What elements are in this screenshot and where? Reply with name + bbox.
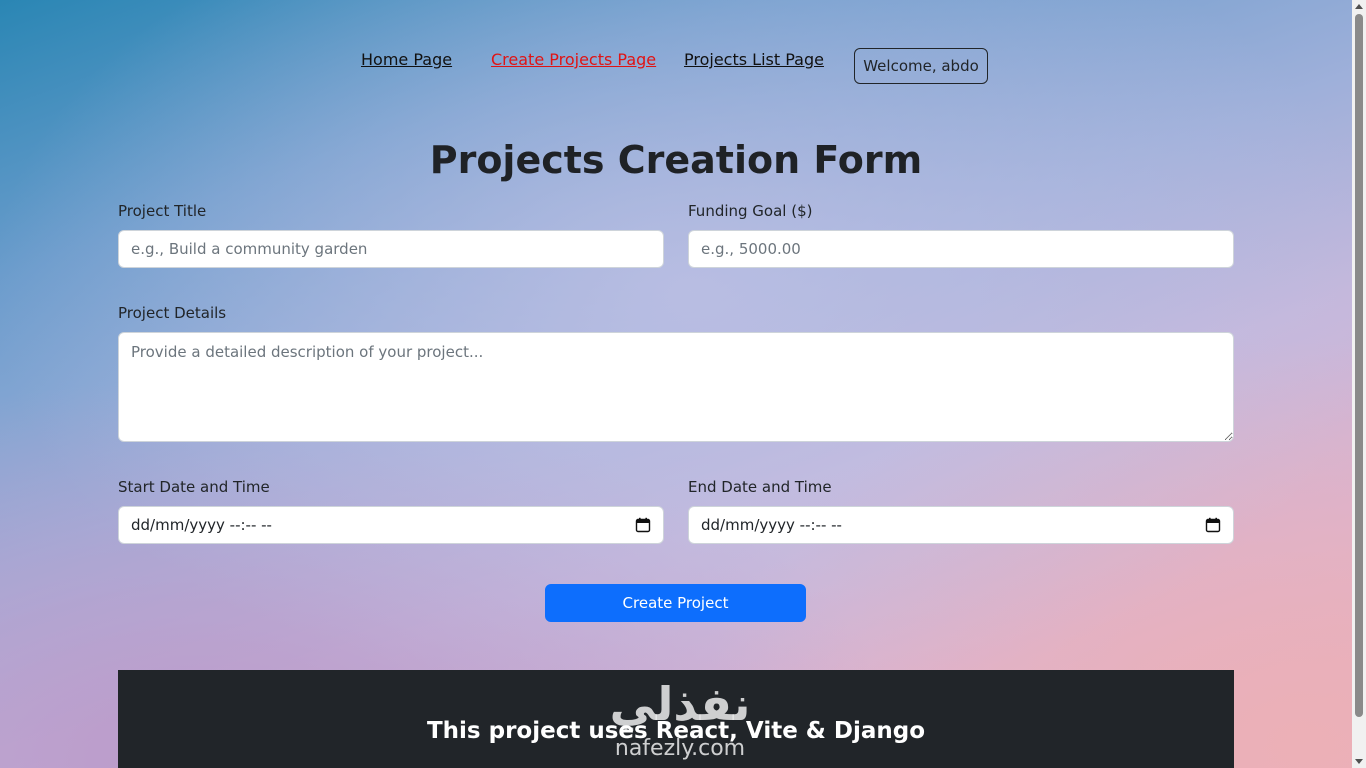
start-date-label: Start Date and Time [118, 478, 270, 496]
nav-link-create-projects[interactable]: Create Projects Page [491, 50, 656, 69]
footer-text: This project uses React, Vite & Django [426, 718, 925, 744]
end-datetime-input[interactable]: dd/mm/yyyy --:-- -- [688, 506, 1234, 544]
scroll-up-arrow-icon[interactable] [1355, 4, 1363, 9]
scrollbar-thumb[interactable] [1355, 14, 1363, 717]
end-datetime-value: dd/mm/yyyy --:-- -- [701, 516, 842, 534]
start-datetime-input[interactable]: dd/mm/yyyy --:-- -- [118, 506, 664, 544]
vertical-scrollbar[interactable] [1352, 0, 1366, 768]
welcome-user-button[interactable]: Welcome, abdo [854, 48, 988, 84]
create-project-button[interactable]: Create Project [545, 584, 806, 622]
nav-link-home[interactable]: Home Page [361, 50, 452, 69]
project-details-label: Project Details [118, 304, 227, 322]
project-title-label: Project Title [118, 202, 207, 220]
top-nav: Home Page Create Projects Page Projects … [0, 0, 1352, 110]
project-details-textarea[interactable] [118, 332, 1234, 442]
scroll-down-arrow-icon[interactable] [1355, 759, 1363, 764]
calendar-icon[interactable] [635, 517, 651, 533]
funding-goal-input[interactable] [688, 230, 1234, 268]
page-title: Projects Creation Form [429, 138, 923, 182]
funding-goal-label: Funding Goal ($) [688, 202, 813, 220]
calendar-icon[interactable] [1205, 517, 1221, 533]
end-date-label: End Date and Time [688, 478, 832, 496]
nav-link-projects-list[interactable]: Projects List Page [684, 50, 824, 69]
start-datetime-value: dd/mm/yyyy --:-- -- [131, 516, 272, 534]
footer: This project uses React, Vite & Django [118, 670, 1234, 768]
project-title-input[interactable] [118, 230, 664, 268]
